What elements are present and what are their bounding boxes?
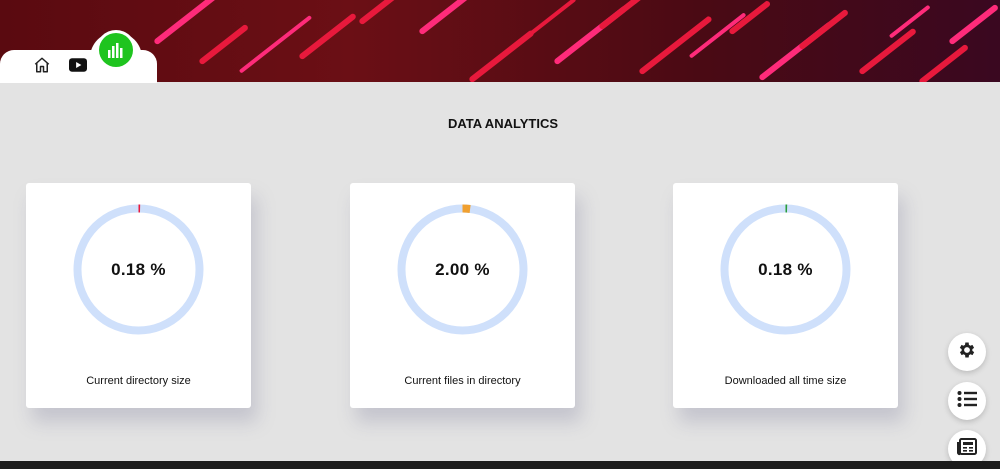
list-button[interactable] — [948, 382, 986, 420]
home-icon[interactable] — [32, 55, 52, 75]
percent-value: 0.18 % — [758, 260, 813, 279]
page-title: DATA ANALYTICS — [447, 116, 559, 131]
play-icon[interactable] — [68, 56, 88, 74]
card-caption: Downloaded all time size — [724, 375, 847, 387]
banner-streak — [918, 43, 970, 82]
card-caption: Current directory size — [86, 375, 191, 387]
banner-streak — [598, 0, 650, 31]
list-icon — [957, 390, 977, 413]
banner-streak — [728, 0, 772, 36]
banner-streak — [518, 0, 577, 44]
percent-value: 0.18 % — [111, 260, 166, 279]
banner-streak — [688, 12, 747, 59]
banner-streak — [858, 27, 918, 76]
card-caption: Current files in directory — [404, 375, 521, 387]
stat-card-downloaded-size: 0.18 % Downloaded all time size — [673, 183, 898, 408]
banner-streak — [948, 3, 1000, 46]
stat-card-files-count: 2.00 % Current files in directory — [350, 183, 575, 408]
footer-bar — [0, 461, 1000, 469]
stat-card-directory-size: 0.18 % Current directory size — [26, 183, 251, 408]
gear-icon — [957, 340, 977, 365]
banner-streak — [418, 0, 470, 36]
banner-streak — [198, 23, 250, 66]
settings-button[interactable] — [948, 333, 986, 371]
banner-streak — [798, 8, 850, 51]
bar-chart-icon[interactable] — [99, 33, 133, 67]
banner-streak — [358, 0, 402, 26]
banner-streak — [238, 15, 313, 74]
percent-value: 2.00 % — [435, 260, 490, 279]
banner-streak — [153, 0, 252, 46]
newspaper-icon — [957, 437, 977, 461]
